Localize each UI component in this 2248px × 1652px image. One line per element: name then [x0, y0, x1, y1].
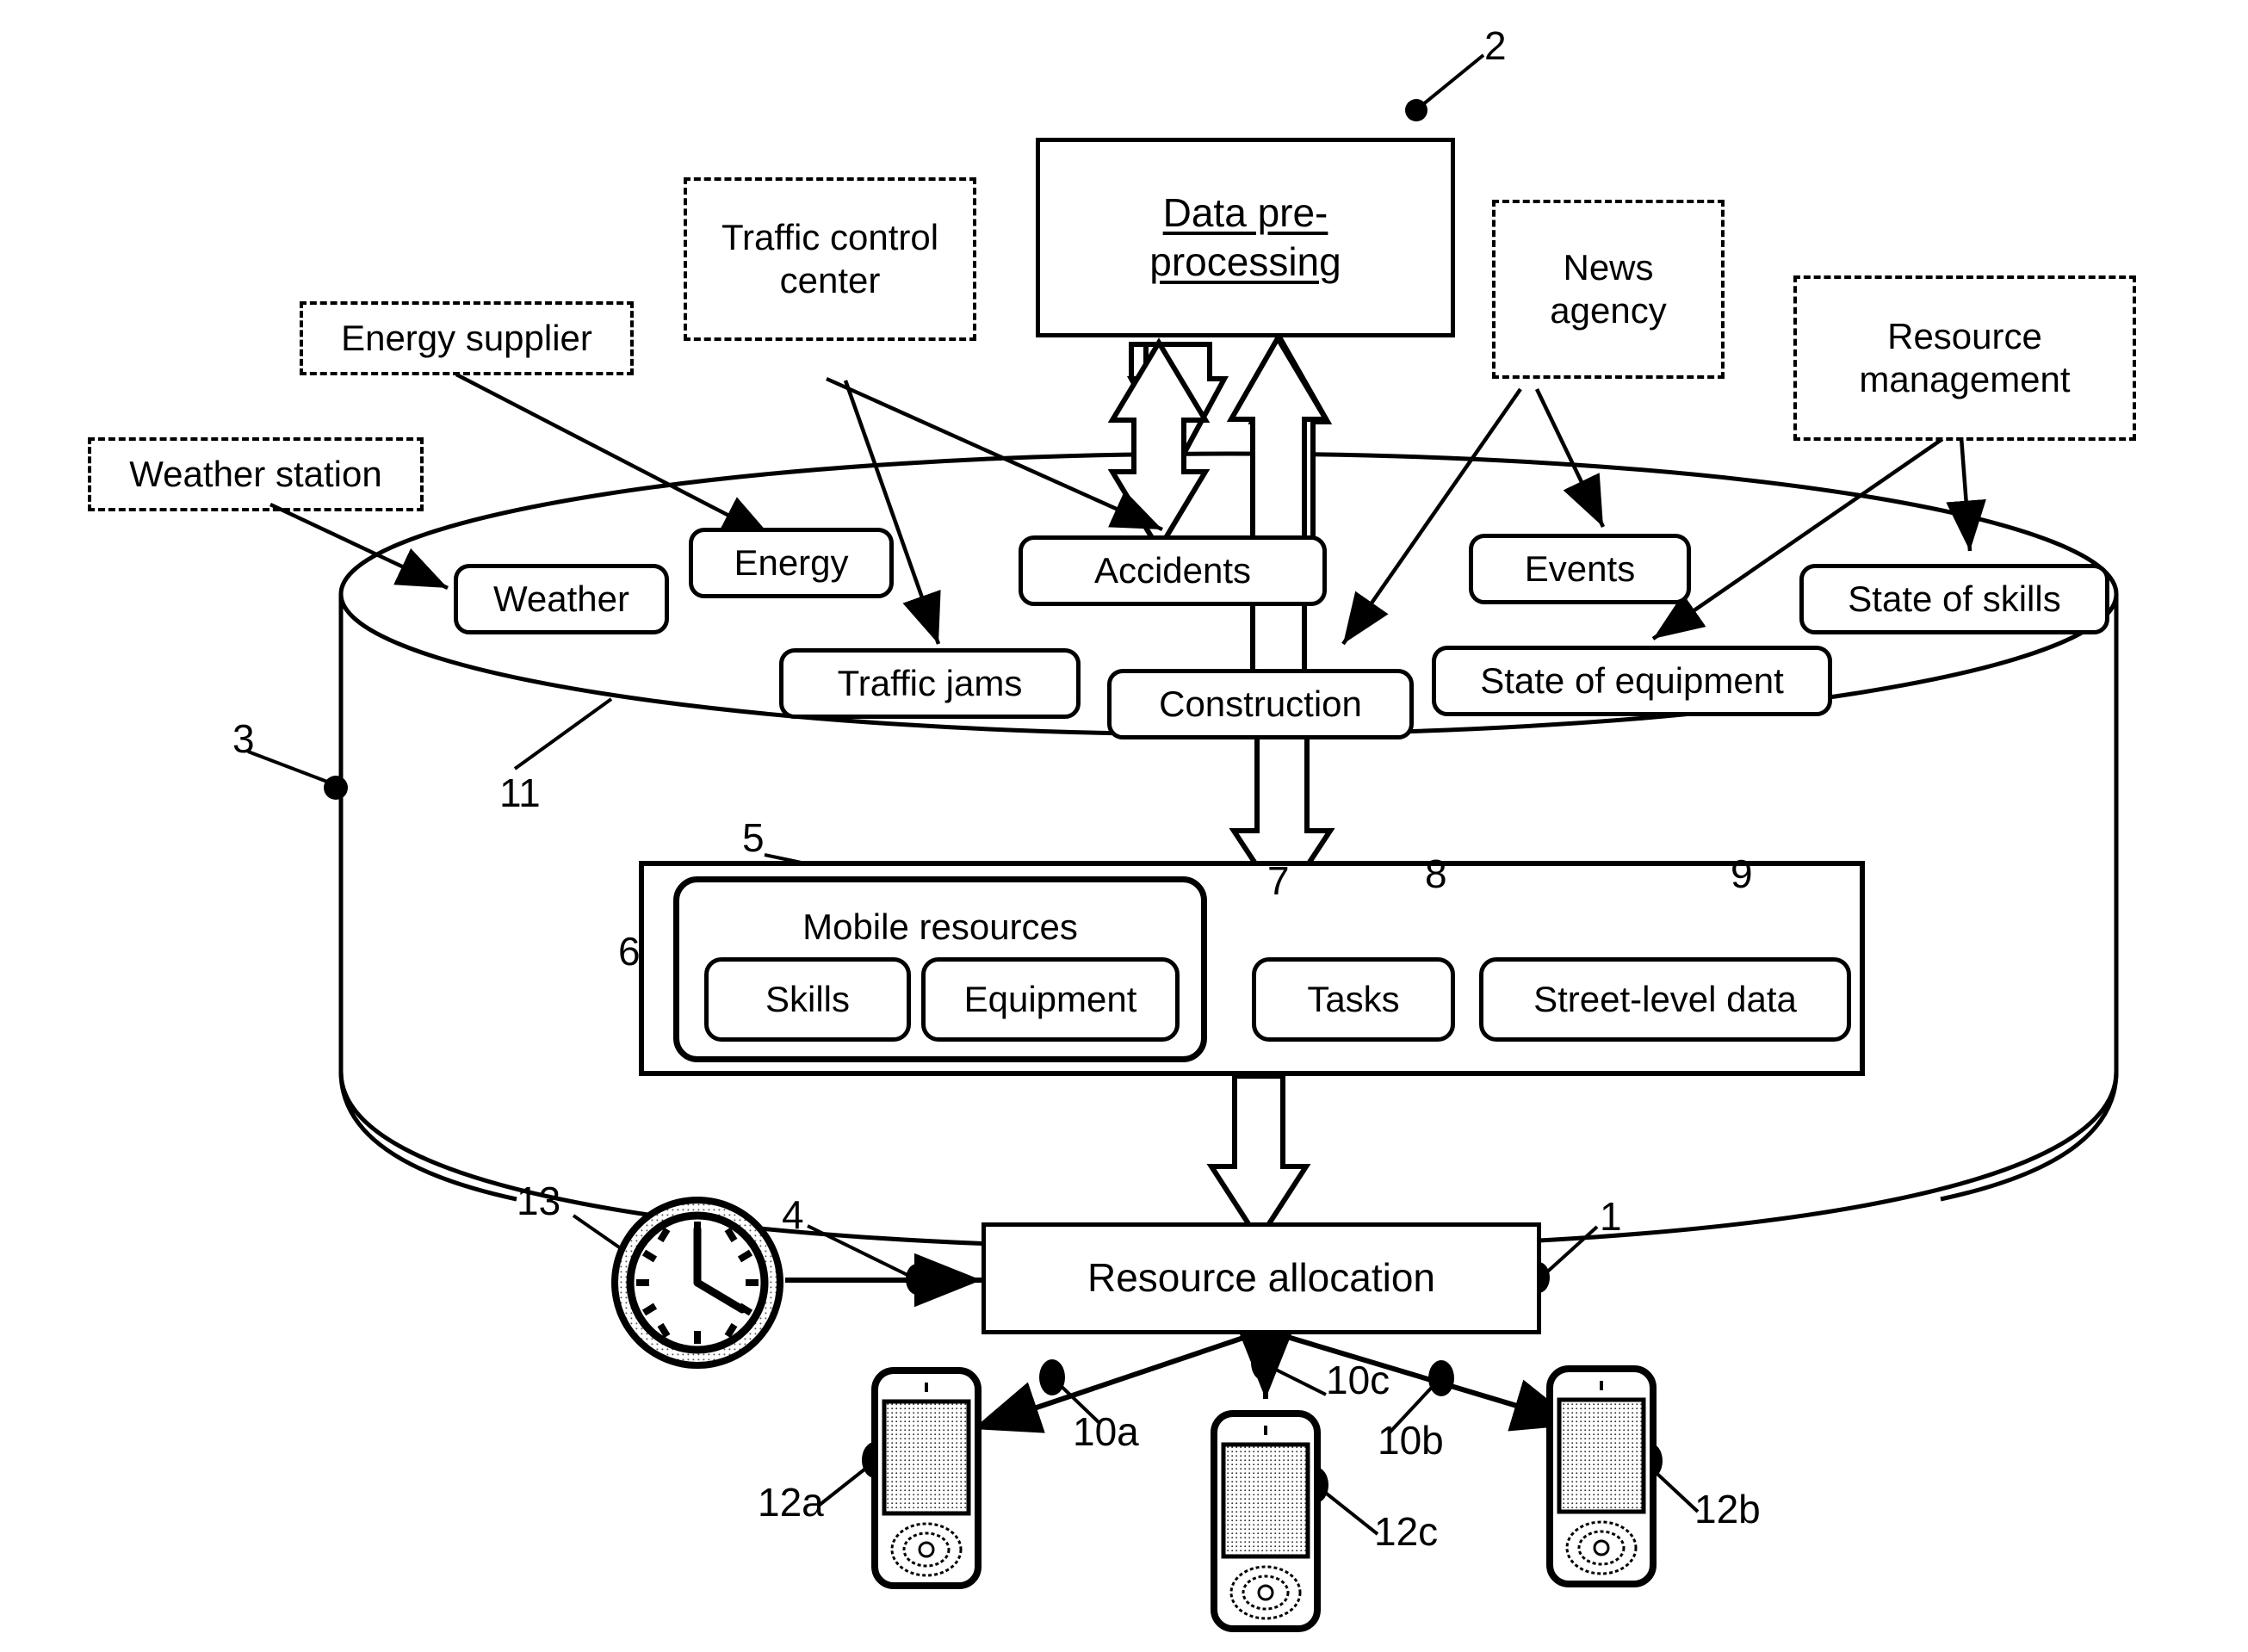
source-weather-station: Weather station [88, 437, 424, 511]
source-traffic-control-center-label-line2: center [779, 260, 881, 300]
data-preprocessing-label-line2: processing [1149, 239, 1341, 284]
clock-icon [611, 1197, 783, 1369]
data-node-accidents-label: Accidents [1093, 550, 1252, 591]
ref-10a: 10a [1073, 1409, 1139, 1454]
source-traffic-control-center-label-line1: Traffic control [721, 217, 939, 258]
data-node-state-of-skills-label: State of skills [1848, 579, 2061, 619]
block-arrow-down-allocation [1206, 1073, 1311, 1245]
mobile-resources-label: Mobile resources [802, 906, 1078, 947]
data-node-state-of-skills: State of skills [1799, 564, 2109, 634]
ref-10b: 10b [1378, 1418, 1444, 1463]
resource-allocation-box: Resource allocation [982, 1222, 1541, 1334]
source-news-agency-label-line2: agency [1550, 290, 1667, 331]
ref-5: 5 [742, 815, 765, 860]
data-node-state-of-equipment: State of equipment [1432, 646, 1832, 716]
source-news-agency: News agency [1492, 200, 1725, 379]
ref-3: 3 [232, 716, 255, 761]
data-node-weather: Weather [454, 564, 669, 634]
mobile-device-c [1211, 1410, 1321, 1632]
source-resource-management-label-line2: management [1859, 359, 2071, 399]
data-node-events: Events [1469, 534, 1691, 604]
data-node-weather-label: Weather [493, 579, 629, 619]
data-node-construction: Construction [1107, 669, 1414, 739]
source-news-agency-label-line1: News [1563, 247, 1654, 288]
skills-label: Skills [765, 979, 850, 1019]
equipment-label: Equipment [963, 979, 1137, 1019]
ref-12a: 12a [758, 1480, 824, 1525]
mobile-device-b [1546, 1365, 1657, 1587]
street-level-data-label: Street-level data [1533, 979, 1797, 1019]
source-resource-management: Resource management [1793, 275, 2136, 441]
resource-allocation-label: Resource allocation [1087, 1255, 1435, 1301]
mobile-device-a [871, 1367, 982, 1589]
ref-4: 4 [782, 1192, 804, 1237]
data-node-accidents: Accidents [1019, 535, 1327, 606]
tasks-box: Tasks [1252, 957, 1455, 1042]
data-node-traffic-jams: Traffic jams [779, 648, 1081, 719]
ref-13: 13 [517, 1179, 561, 1223]
ref-12c: 12c [1374, 1509, 1439, 1554]
ref-9: 9 [1731, 851, 1753, 896]
equipment-box: Equipment [921, 957, 1180, 1042]
source-resource-management-label-line1: Resource [1887, 316, 2042, 357]
source-energy-supplier: Energy supplier [300, 301, 634, 375]
ref-2: 2 [1484, 23, 1507, 68]
data-preprocessing-box: Data pre- processing [1036, 138, 1455, 337]
data-node-events-label: Events [1524, 548, 1636, 589]
source-weather-station-label: Weather station [129, 454, 382, 495]
ref-7: 7 [1267, 858, 1290, 903]
skills-box: Skills [704, 957, 911, 1042]
data-node-energy-label: Energy [734, 542, 849, 583]
data-node-construction-label: Construction [1159, 684, 1362, 724]
ref-1: 1 [1600, 1194, 1622, 1239]
ref-8: 8 [1425, 851, 1447, 896]
data-node-traffic-jams-label: Traffic jams [837, 663, 1023, 703]
data-node-state-of-equipment-label: State of equipment [1480, 660, 1784, 701]
ref-10c: 10c [1326, 1358, 1390, 1402]
data-preprocessing-label-line1: Data pre- [1162, 189, 1328, 235]
figure-canvas: Data pre- processing Weather station Ene… [0, 0, 2248, 1652]
ref-11: 11 [499, 770, 541, 815]
source-energy-supplier-label: Energy supplier [341, 318, 592, 359]
ref-12b: 12b [1694, 1487, 1761, 1531]
tasks-label: Tasks [1307, 979, 1400, 1019]
street-level-data-box: Street-level data [1479, 957, 1851, 1042]
ref-6: 6 [618, 929, 641, 974]
data-node-energy: Energy [689, 528, 894, 598]
source-traffic-control-center: Traffic control center [684, 177, 976, 341]
